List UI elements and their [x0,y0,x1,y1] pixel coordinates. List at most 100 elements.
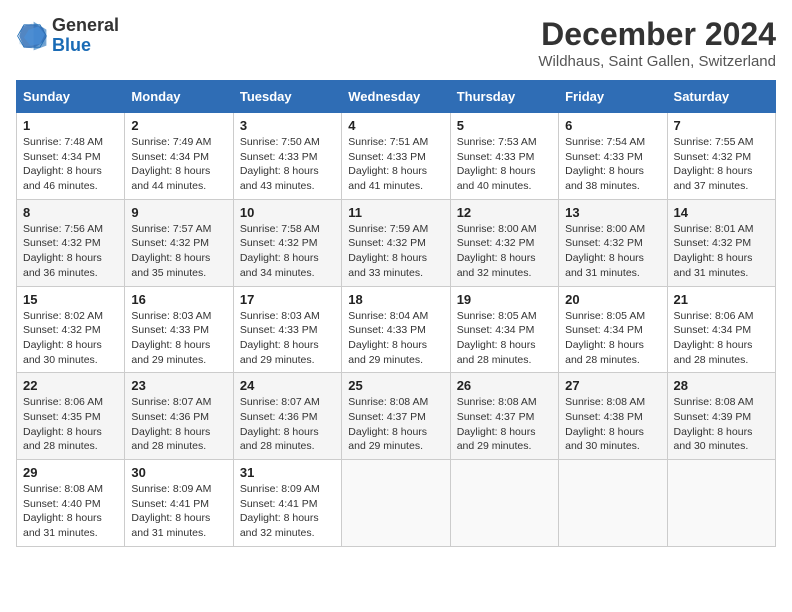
calendar-cell: 14 Sunrise: 8:01 AMSunset: 4:32 PMDayligh… [667,199,775,286]
day-number: 27 [565,378,660,393]
day-number: 1 [23,118,118,133]
day-number: 21 [674,292,769,307]
day-number: 25 [348,378,443,393]
day-number: 31 [240,465,335,480]
calendar-cell: 28 Sunrise: 8:08 AMSunset: 4:39 PMDayligh… [667,373,775,460]
cell-details: Sunrise: 7:55 AMSunset: 4:32 PMDaylight:… [674,135,769,194]
week-row-1: 1 Sunrise: 7:48 AMSunset: 4:34 PMDaylight… [17,113,776,200]
day-number: 11 [348,205,443,220]
day-header-thursday: Thursday [450,81,558,113]
cell-details: Sunrise: 8:06 AMSunset: 4:35 PMDaylight:… [23,395,118,454]
cell-details: Sunrise: 8:07 AMSunset: 4:36 PMDaylight:… [131,395,226,454]
title-area: December 2024 Wildhaus, Saint Gallen, Sw… [538,16,776,70]
day-header-saturday: Saturday [667,81,775,113]
cell-details: Sunrise: 7:51 AMSunset: 4:33 PMDaylight:… [348,135,443,194]
week-row-4: 22 Sunrise: 8:06 AMSunset: 4:35 PMDayligh… [17,373,776,460]
cell-details: Sunrise: 8:01 AMSunset: 4:32 PMDaylight:… [674,222,769,281]
cell-details: Sunrise: 8:00 AMSunset: 4:32 PMDaylight:… [457,222,552,281]
day-number: 17 [240,292,335,307]
day-header-friday: Friday [559,81,667,113]
day-number: 8 [23,205,118,220]
calendar-cell: 3Sunrise: 7:50 AMSunset: 4:33 PMDaylight… [233,113,341,200]
logo-general-text: General [52,16,119,36]
cell-details: Sunrise: 8:09 AMSunset: 4:41 PMDaylight:… [240,482,335,541]
day-header-monday: Monday [125,81,233,113]
calendar-cell: 1 Sunrise: 7:48 AMSunset: 4:34 PMDaylight… [17,113,125,200]
calendar-cell: 4Sunrise: 7:51 AMSunset: 4:33 PMDaylight… [342,113,450,200]
calendar-cell: 7 Sunrise: 7:55 AMSunset: 4:32 PMDaylight… [667,113,775,200]
cell-details: Sunrise: 7:54 AMSunset: 4:33 PMDaylight:… [565,135,660,194]
cell-details: Sunrise: 8:08 AMSunset: 4:37 PMDaylight:… [457,395,552,454]
cell-details: Sunrise: 8:06 AMSunset: 4:34 PMDaylight:… [674,309,769,368]
calendar-cell [342,460,450,547]
day-number: 6 [565,118,660,133]
calendar-cell: 11 Sunrise: 7:59 AMSunset: 4:32 PMDayligh… [342,199,450,286]
cell-details: Sunrise: 7:59 AMSunset: 4:32 PMDaylight:… [348,222,443,281]
day-number: 20 [565,292,660,307]
cell-details: Sunrise: 7:56 AMSunset: 4:32 PMDaylight:… [23,222,118,281]
logo: General Blue [16,16,119,56]
day-number: 29 [23,465,118,480]
week-row-3: 15Sunrise: 8:02 AMSunset: 4:32 PMDayligh… [17,286,776,373]
day-number: 19 [457,292,552,307]
day-header-sunday: Sunday [17,81,125,113]
cell-details: Sunrise: 8:03 AMSunset: 4:33 PMDaylight:… [240,309,335,368]
day-number: 9 [131,205,226,220]
calendar-cell: 30Sunrise: 8:09 AMSunset: 4:41 PMDayligh… [125,460,233,547]
calendar-cell: 17 Sunrise: 8:03 AMSunset: 4:33 PMDayligh… [233,286,341,373]
calendar-cell: 22 Sunrise: 8:06 AMSunset: 4:35 PMDayligh… [17,373,125,460]
day-number: 14 [674,205,769,220]
cell-details: Sunrise: 8:05 AMSunset: 4:34 PMDaylight:… [457,309,552,368]
day-header-wednesday: Wednesday [342,81,450,113]
cell-details: Sunrise: 7:49 AMSunset: 4:34 PMDaylight:… [131,135,226,194]
calendar-cell: 19 Sunrise: 8:05 AMSunset: 4:34 PMDayligh… [450,286,558,373]
day-header-tuesday: Tuesday [233,81,341,113]
calendar-cell: 8 Sunrise: 7:56 AMSunset: 4:32 PMDaylight… [17,199,125,286]
cell-details: Sunrise: 8:02 AMSunset: 4:32 PMDaylight:… [23,309,118,368]
cell-details: Sunrise: 8:00 AMSunset: 4:32 PMDaylight:… [565,222,660,281]
day-number: 24 [240,378,335,393]
day-number: 23 [131,378,226,393]
day-number: 18 [348,292,443,307]
day-number: 3 [240,118,335,133]
cell-details: Sunrise: 8:05 AMSunset: 4:34 PMDaylight:… [565,309,660,368]
calendar-cell: 24 Sunrise: 8:07 AMSunset: 4:36 PMDayligh… [233,373,341,460]
calendar-cell: 2Sunrise: 7:49 AMSunset: 4:34 PMDaylight… [125,113,233,200]
cell-details: Sunrise: 7:53 AMSunset: 4:33 PMDaylight:… [457,135,552,194]
calendar-cell: 23 Sunrise: 8:07 AMSunset: 4:36 PMDayligh… [125,373,233,460]
logo-blue-text: Blue [52,36,119,56]
calendar-cell: 20 Sunrise: 8:05 AMSunset: 4:34 PMDayligh… [559,286,667,373]
calendar-cell: 10 Sunrise: 7:58 AMSunset: 4:32 PMDayligh… [233,199,341,286]
cell-details: Sunrise: 8:07 AMSunset: 4:36 PMDaylight:… [240,395,335,454]
week-row-2: 8 Sunrise: 7:56 AMSunset: 4:32 PMDaylight… [17,199,776,286]
calendar-cell [667,460,775,547]
day-number: 28 [674,378,769,393]
calendar-cell: 21 Sunrise: 8:06 AMSunset: 4:34 PMDayligh… [667,286,775,373]
cell-details: Sunrise: 7:48 AMSunset: 4:34 PMDaylight:… [23,135,118,194]
calendar-cell: 16 Sunrise: 8:03 AMSunset: 4:33 PMDayligh… [125,286,233,373]
calendar-cell: 18Sunrise: 8:04 AMSunset: 4:33 PMDayligh… [342,286,450,373]
day-number: 16 [131,292,226,307]
day-number: 30 [131,465,226,480]
day-number: 22 [23,378,118,393]
cell-details: Sunrise: 8:08 AMSunset: 4:40 PMDaylight:… [23,482,118,541]
cell-details: Sunrise: 8:03 AMSunset: 4:33 PMDaylight:… [131,309,226,368]
logo-text: General Blue [52,16,119,56]
header: General Blue December 2024 Wildhaus, Sai… [16,16,776,70]
calendar-cell: 29 Sunrise: 8:08 AMSunset: 4:40 PMDayligh… [17,460,125,547]
day-number: 13 [565,205,660,220]
day-number: 12 [457,205,552,220]
calendar-table: SundayMondayTuesdayWednesdayThursdayFrid… [16,80,776,547]
calendar-cell: 13 Sunrise: 8:00 AMSunset: 4:32 PMDayligh… [559,199,667,286]
day-number: 5 [457,118,552,133]
month-title: December 2024 [538,16,776,53]
calendar-cell: 12 Sunrise: 8:00 AMSunset: 4:32 PMDayligh… [450,199,558,286]
cell-details: Sunrise: 8:08 AMSunset: 4:39 PMDaylight:… [674,395,769,454]
cell-details: Sunrise: 8:08 AMSunset: 4:37 PMDaylight:… [348,395,443,454]
calendar-cell: 31 Sunrise: 8:09 AMSunset: 4:41 PMDayligh… [233,460,341,547]
day-number: 10 [240,205,335,220]
cell-details: Sunrise: 7:58 AMSunset: 4:32 PMDaylight:… [240,222,335,281]
header-row: SundayMondayTuesdayWednesdayThursdayFrid… [17,81,776,113]
day-number: 7 [674,118,769,133]
calendar-cell: 26Sunrise: 8:08 AMSunset: 4:37 PMDayligh… [450,373,558,460]
